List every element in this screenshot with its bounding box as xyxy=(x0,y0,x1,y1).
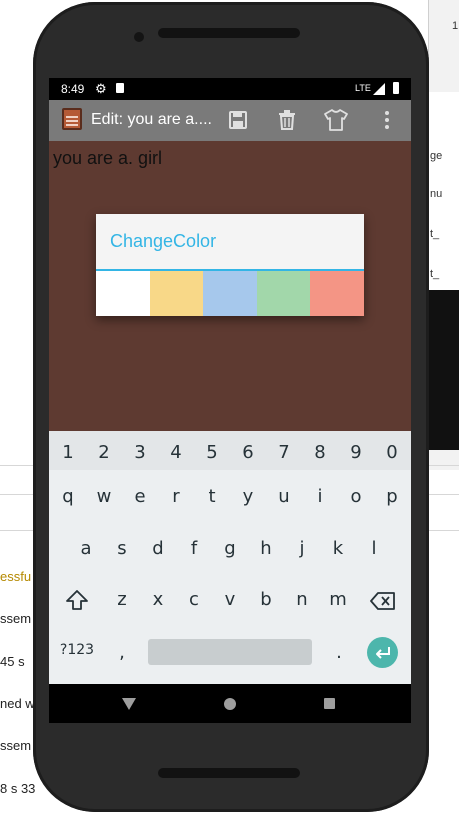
key-g[interactable]: g xyxy=(215,538,245,559)
key-b[interactable]: b xyxy=(251,589,281,610)
soft-keyboard: 1 2 3 4 5 6 7 8 9 0 q w e r t y u i o p … xyxy=(49,431,411,684)
notepad-app-icon[interactable] xyxy=(62,108,82,130)
status-bar: 8:49 ⚙ LTE xyxy=(49,78,411,100)
key-7[interactable]: 7 xyxy=(269,442,299,463)
ide-right-char: 1 xyxy=(452,20,459,32)
period-key[interactable]: . xyxy=(324,642,354,663)
key-p[interactable]: p xyxy=(377,486,407,507)
dialog-title: ChangeColor xyxy=(110,231,217,251)
key-6[interactable]: 6 xyxy=(233,442,263,463)
network-type: LTE xyxy=(355,83,371,93)
key-x[interactable]: x xyxy=(143,589,173,610)
key-d[interactable]: d xyxy=(143,538,173,559)
ide-right-label: t_ xyxy=(430,228,440,240)
shirt-icon[interactable] xyxy=(323,107,349,133)
nav-home-icon[interactable] xyxy=(224,698,236,710)
delete-icon[interactable] xyxy=(274,107,300,133)
key-u[interactable]: u xyxy=(269,486,299,507)
key-s[interactable]: s xyxy=(107,538,137,559)
change-color-dialog: ChangeColor xyxy=(96,214,364,316)
backspace-key-icon[interactable] xyxy=(370,591,396,611)
settings-gear-icon: ⚙ xyxy=(95,81,107,96)
key-c[interactable]: c xyxy=(179,589,209,610)
save-icon[interactable] xyxy=(225,107,251,133)
shift-key-icon[interactable] xyxy=(65,588,89,612)
key-9[interactable]: 9 xyxy=(341,442,371,463)
key-h[interactable]: h xyxy=(251,538,281,559)
navigation-bar xyxy=(49,684,411,723)
key-e[interactable]: e xyxy=(125,486,155,507)
key-w[interactable]: w xyxy=(89,486,119,507)
front-camera-icon xyxy=(134,32,144,42)
key-y[interactable]: y xyxy=(233,486,263,507)
key-l[interactable]: l xyxy=(359,538,389,559)
ide-right-label: nu xyxy=(430,188,443,200)
battery-icon xyxy=(393,82,399,94)
symbols-key[interactable]: ?123 xyxy=(55,642,99,658)
bottom-speaker-grille xyxy=(158,768,300,778)
key-m[interactable]: m xyxy=(323,589,353,610)
note-text-field[interactable]: you are a. girl xyxy=(53,148,162,169)
enter-key-icon[interactable] xyxy=(367,637,398,668)
color-swatch-white[interactable] xyxy=(96,271,150,316)
device-screen: 8:49 ⚙ LTE Edit: you are a.... you are a… xyxy=(49,78,411,723)
key-n[interactable]: n xyxy=(287,589,317,610)
color-swatch-red[interactable] xyxy=(310,271,364,316)
key-1[interactable]: 1 xyxy=(53,442,83,463)
key-v[interactable]: v xyxy=(215,589,245,610)
top-speaker-grille xyxy=(158,28,300,38)
app-bar-title: Edit: you are a.... xyxy=(91,111,212,128)
key-t[interactable]: t xyxy=(197,486,227,507)
key-3[interactable]: 3 xyxy=(125,442,155,463)
color-swatch-row xyxy=(96,271,364,316)
color-swatch-yellow[interactable] xyxy=(149,271,204,316)
key-i[interactable]: i xyxy=(305,486,335,507)
key-4[interactable]: 4 xyxy=(161,442,191,463)
key-q[interactable]: q xyxy=(53,486,83,507)
key-j[interactable]: j xyxy=(287,538,317,559)
nav-back-icon[interactable] xyxy=(122,698,136,710)
color-swatch-blue[interactable] xyxy=(203,271,257,316)
key-0[interactable]: 0 xyxy=(377,442,407,463)
space-bar[interactable] xyxy=(148,639,312,665)
signal-icon xyxy=(373,83,385,95)
key-r[interactable]: r xyxy=(161,486,191,507)
key-f[interactable]: f xyxy=(179,538,209,559)
key-o[interactable]: o xyxy=(341,486,371,507)
key-8[interactable]: 8 xyxy=(305,442,335,463)
nav-recents-icon[interactable] xyxy=(324,698,335,709)
key-2[interactable]: 2 xyxy=(89,442,119,463)
ide-right-label: ge xyxy=(430,150,443,162)
key-z[interactable]: z xyxy=(107,589,137,610)
comma-key[interactable]: , xyxy=(107,642,137,663)
sd-card-icon xyxy=(116,83,124,93)
ide-right-label: t_ xyxy=(430,268,440,280)
status-time: 8:49 xyxy=(61,82,85,96)
app-bar: Edit: you are a.... xyxy=(49,100,411,141)
color-swatch-green[interactable] xyxy=(256,271,311,316)
key-k[interactable]: k xyxy=(323,538,353,559)
key-5[interactable]: 5 xyxy=(197,442,227,463)
overflow-menu-icon[interactable] xyxy=(374,107,400,133)
key-a[interactable]: a xyxy=(71,538,101,559)
ide-right-dark-area xyxy=(428,290,459,450)
